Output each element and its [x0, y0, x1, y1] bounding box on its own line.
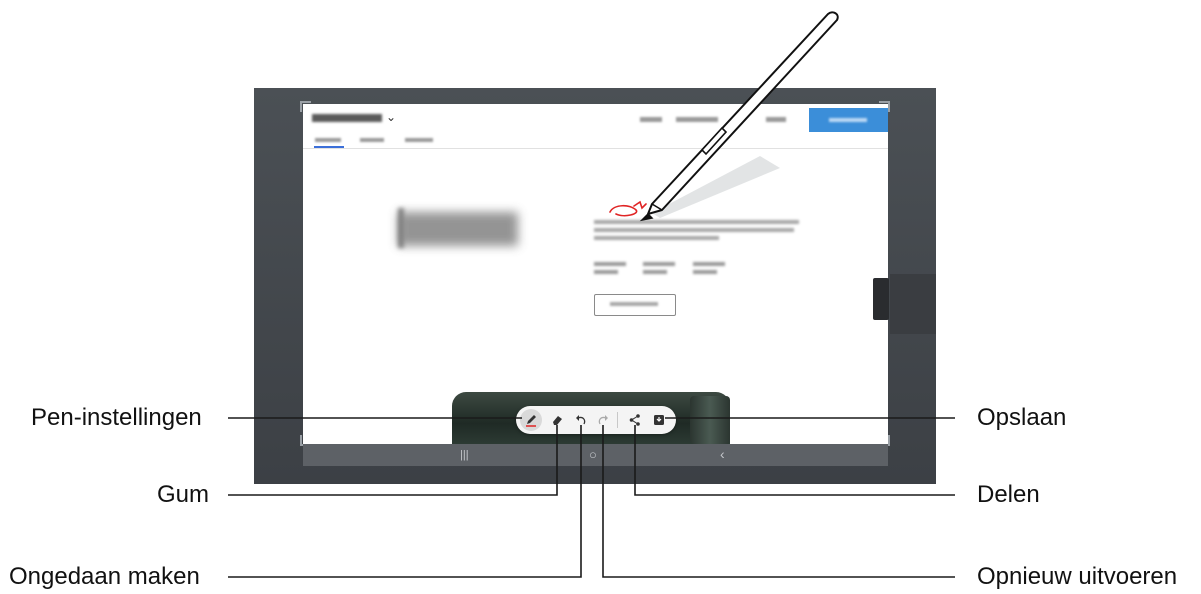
callout-redo: Opnieuw uitvoeren — [977, 563, 1178, 590]
callout-undo: Ongedaan maken — [9, 563, 200, 590]
callout-save: Opslaan — [977, 404, 1067, 431]
callout-pen-settings: Pen-instellingen — [31, 404, 202, 431]
callout-share: Delen — [977, 481, 1040, 508]
callout-eraser: Gum — [157, 481, 210, 508]
